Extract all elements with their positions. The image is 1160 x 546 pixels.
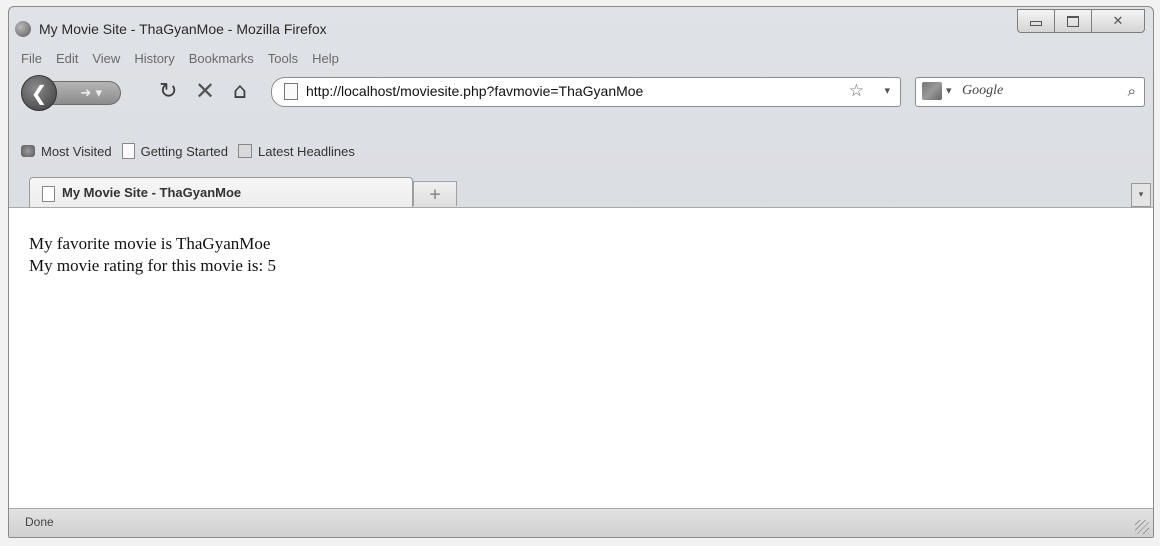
close-icon: ✕ [1112,13,1124,29]
favorite-movie-text: My favorite movie is ThaGyanMoe [29,234,271,253]
page-icon [121,143,135,159]
bookmarks-toolbar: Most Visited Getting Started Latest Head… [9,139,1153,163]
navigation-toolbar: ➜ ▾ ❮ ↻ ✕ ⌂ http://localhost/moviesite.p… [9,69,1153,115]
stop-icon[interactable]: ✕ [195,77,215,105]
back-forward-group: ➜ ▾ ❮ [21,75,131,111]
menu-bar: File Edit View History Bookmarks Tools H… [21,51,353,66]
back-arrow-icon: ❮ [30,81,48,105]
menu-history[interactable]: History [134,51,174,66]
search-engine-dropdown-icon[interactable]: ▾ [946,84,952,97]
maximize-button[interactable] [1054,9,1092,33]
plus-icon: + [428,185,442,203]
bookmark-label: Most Visited [41,143,112,159]
forward-arrow-icon: ➜ ▾ [68,85,102,101]
maximize-icon [1067,15,1079,27]
menu-tools[interactable]: Tools [268,51,298,66]
status-bar: Done [9,508,1153,537]
search-placeholder[interactable]: Google [962,83,1003,99]
minimize-icon [1030,21,1042,26]
tab-my-movie-site[interactable]: My Movie Site - ThaGyanMoe [29,177,413,208]
tab-list-button[interactable]: ▾ [1131,183,1151,207]
window-title: My Movie Site - ThaGyanMoe - Mozilla Fir… [39,21,327,37]
close-button[interactable]: ✕ [1091,9,1145,33]
bookmark-label: Latest Headlines [258,143,355,159]
resize-grip-icon[interactable] [1135,520,1149,534]
movie-rating-text: My movie rating for this movie is: 5 [29,256,276,275]
search-engine-icon[interactable] [922,82,942,100]
forward-button[interactable]: ➜ ▾ [49,81,121,105]
browser-window: My Movie Site - ThaGyanMoe - Mozilla Fir… [8,6,1154,538]
most-visited-icon [21,145,35,157]
menu-help[interactable]: Help [312,51,339,66]
bookmark-getting-started[interactable]: Getting Started [121,143,229,159]
menu-edit[interactable]: Edit [56,51,78,66]
back-button[interactable]: ❮ [21,75,57,111]
tab-strip: My Movie Site - ThaGyanMoe + ▾ [9,175,1153,208]
bookmark-star-icon[interactable]: ☆ [849,81,864,101]
magnifier-icon[interactable]: ⌕ [1128,82,1136,100]
menu-view[interactable]: View [92,51,120,66]
chevron-down-icon: ▾ [1138,190,1144,200]
page-icon [42,186,55,202]
home-icon[interactable]: ⌂ [233,79,247,104]
rss-feed-icon [238,144,253,158]
reload-icon[interactable]: ↻ [159,79,177,104]
title-bar: My Movie Site - ThaGyanMoe - Mozilla Fir… [9,7,1153,47]
minimize-button[interactable] [1017,9,1055,33]
tab-label: My Movie Site - ThaGyanMoe [62,185,242,200]
address-bar[interactable]: http://localhost/moviesite.php?favmovie=… [271,77,901,107]
bookmark-label: Getting Started [140,143,229,159]
status-text: Done [25,515,54,529]
page-icon [284,83,298,100]
menu-bookmarks[interactable]: Bookmarks [189,51,254,66]
search-bar[interactable]: ▾ Google ⌕ [915,77,1145,107]
url-text[interactable]: http://localhost/moviesite.php?favmovie=… [306,83,643,99]
bookmark-most-visited[interactable]: Most Visited [21,144,112,159]
menu-file[interactable]: File [21,51,42,66]
bookmark-latest-headlines[interactable]: Latest Headlines [238,144,355,159]
window-controls: ✕ [1017,9,1145,33]
url-dropdown-icon[interactable]: ▾ [884,84,890,97]
page-content: My favorite movie is ThaGyanMoe My movie… [9,207,1153,510]
firefox-icon [15,21,31,37]
new-tab-button[interactable]: + [413,181,457,206]
